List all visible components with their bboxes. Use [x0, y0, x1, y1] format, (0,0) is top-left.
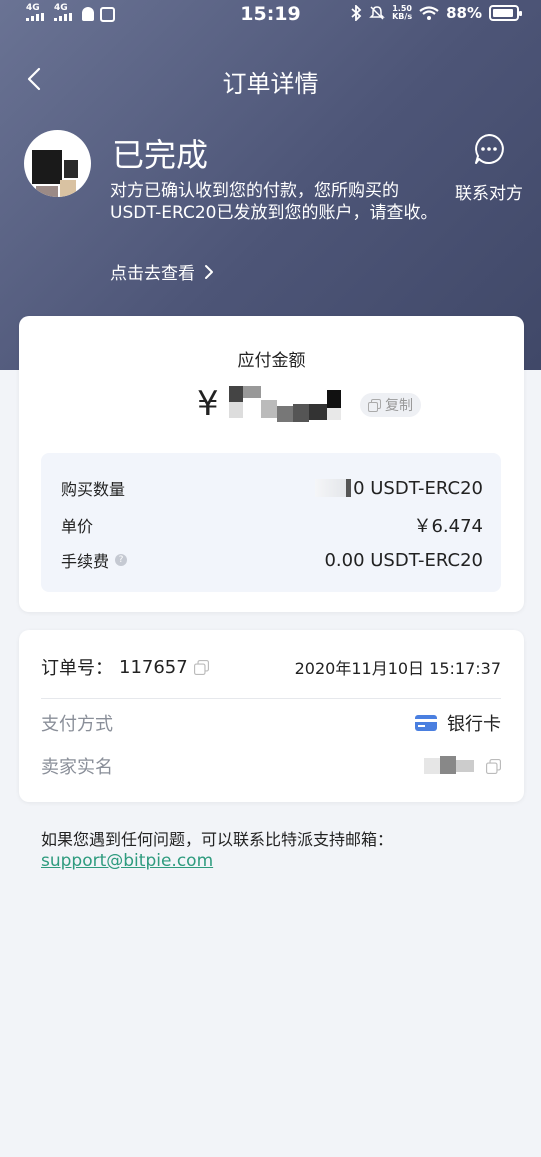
order-number-label: 订单号： [41, 658, 113, 679]
wifi-icon [419, 5, 439, 20]
order-card: 订单号： 117657 2020年11月10日 15:17:37 支付方式 银行… [19, 630, 524, 802]
divider [41, 698, 501, 699]
seller-name-row: 卖家实名 [41, 753, 501, 779]
chevron-right-icon [205, 264, 213, 279]
help-text: 如果您遇到任何问题，可以联系比特派支持邮箱： [41, 830, 394, 849]
payment-method-value-group: 银行卡 [415, 710, 501, 736]
page-title: 订单详情 [222, 70, 319, 98]
battery-percent: 88% [446, 4, 482, 22]
unit-price-row: 单价 ￥6.474 [61, 512, 483, 538]
order-info-box: 购买数量 0 USDT-ERC20 单价 ￥6.474 手续费 ? 0.00 U… [41, 453, 501, 592]
order-number-group: 订单号： 117657 [41, 654, 209, 680]
seller-name-value-group [424, 756, 501, 776]
contact-counterparty-button[interactable]: 联系对方 [450, 133, 528, 204]
fee-row: 手续费 ? 0.00 USDT-ERC20 [61, 548, 483, 572]
avatar [24, 130, 91, 197]
seller-name-blurred [424, 756, 476, 776]
quantity-row: 购买数量 0 USDT-ERC20 [61, 476, 483, 500]
battery-icon [489, 5, 522, 21]
seller-name-label: 卖家实名 [41, 757, 113, 778]
order-number-row: 订单号： 117657 2020年11月10日 15:17:37 [41, 654, 501, 680]
currency-symbol: ¥ [197, 384, 219, 424]
quantity-value: 0 USDT-ERC20 [315, 478, 483, 499]
payment-method-row: 支付方式 银行卡 [41, 710, 501, 736]
bluetooth-icon [351, 5, 362, 21]
quantity-text: 0 USDT-ERC20 [353, 477, 483, 499]
quantity-blur [315, 479, 352, 497]
network-speed: 1.50 KB/s [392, 5, 412, 21]
copy-order-icon[interactable] [193, 659, 209, 675]
view-link-label: 点击去查看 [110, 264, 195, 284]
copy-label: 复制 [385, 398, 413, 414]
net-speed-unit: KB/s [392, 12, 413, 21]
copy-amount-button[interactable]: 复制 [360, 393, 421, 417]
quantity-label: 购买数量 [61, 480, 126, 499]
help-question-icon[interactable]: ? [115, 554, 128, 566]
amount-row: ¥ [197, 384, 345, 424]
fee-label-wrap: 手续费 ? [61, 548, 128, 572]
payment-method-label: 支付方式 [41, 714, 113, 735]
payment-method-value: 银行卡 [447, 714, 501, 735]
order-date: 2020年11月10日 15:17:37 [294, 659, 501, 678]
order-status-title: 已完成 [112, 136, 209, 174]
support-email-link[interactable]: support@bitpie.com [41, 851, 213, 871]
copy-seller-icon[interactable] [486, 758, 501, 774]
chat-bubble-icon [475, 134, 504, 164]
status-bar-right: 1.50 KB/s 88% [350, 4, 522, 22]
amount-label: 应付金额 [237, 351, 306, 371]
mute-icon [369, 6, 385, 20]
view-link[interactable]: 点击去查看 [110, 259, 215, 284]
copy-icon [368, 398, 381, 412]
amount-value-blurred [228, 386, 345, 422]
contact-label: 联系对方 [455, 184, 523, 204]
bank-card-icon [415, 715, 437, 731]
unit-price-value: ￥6.474 [413, 516, 483, 537]
order-number-value: 117657 [119, 656, 188, 678]
order-status-description: 对方已确认收到您的付款，您所购买的USDT-ERC20已发放到您的账户，请查收。 [110, 181, 438, 223]
fee-label: 手续费 [61, 552, 110, 571]
status-bar: 4G 4G 15:19 1.50 KB/s 88% [0, 0, 541, 30]
unit-price-label: 单价 [61, 517, 94, 536]
payment-card: 应付金额 ¥ 复制 购买数量 0 USDT-ERC20 单价 ￥6.474 手续… [19, 316, 524, 612]
fee-value: 0.00 USDT-ERC20 [324, 549, 483, 571]
